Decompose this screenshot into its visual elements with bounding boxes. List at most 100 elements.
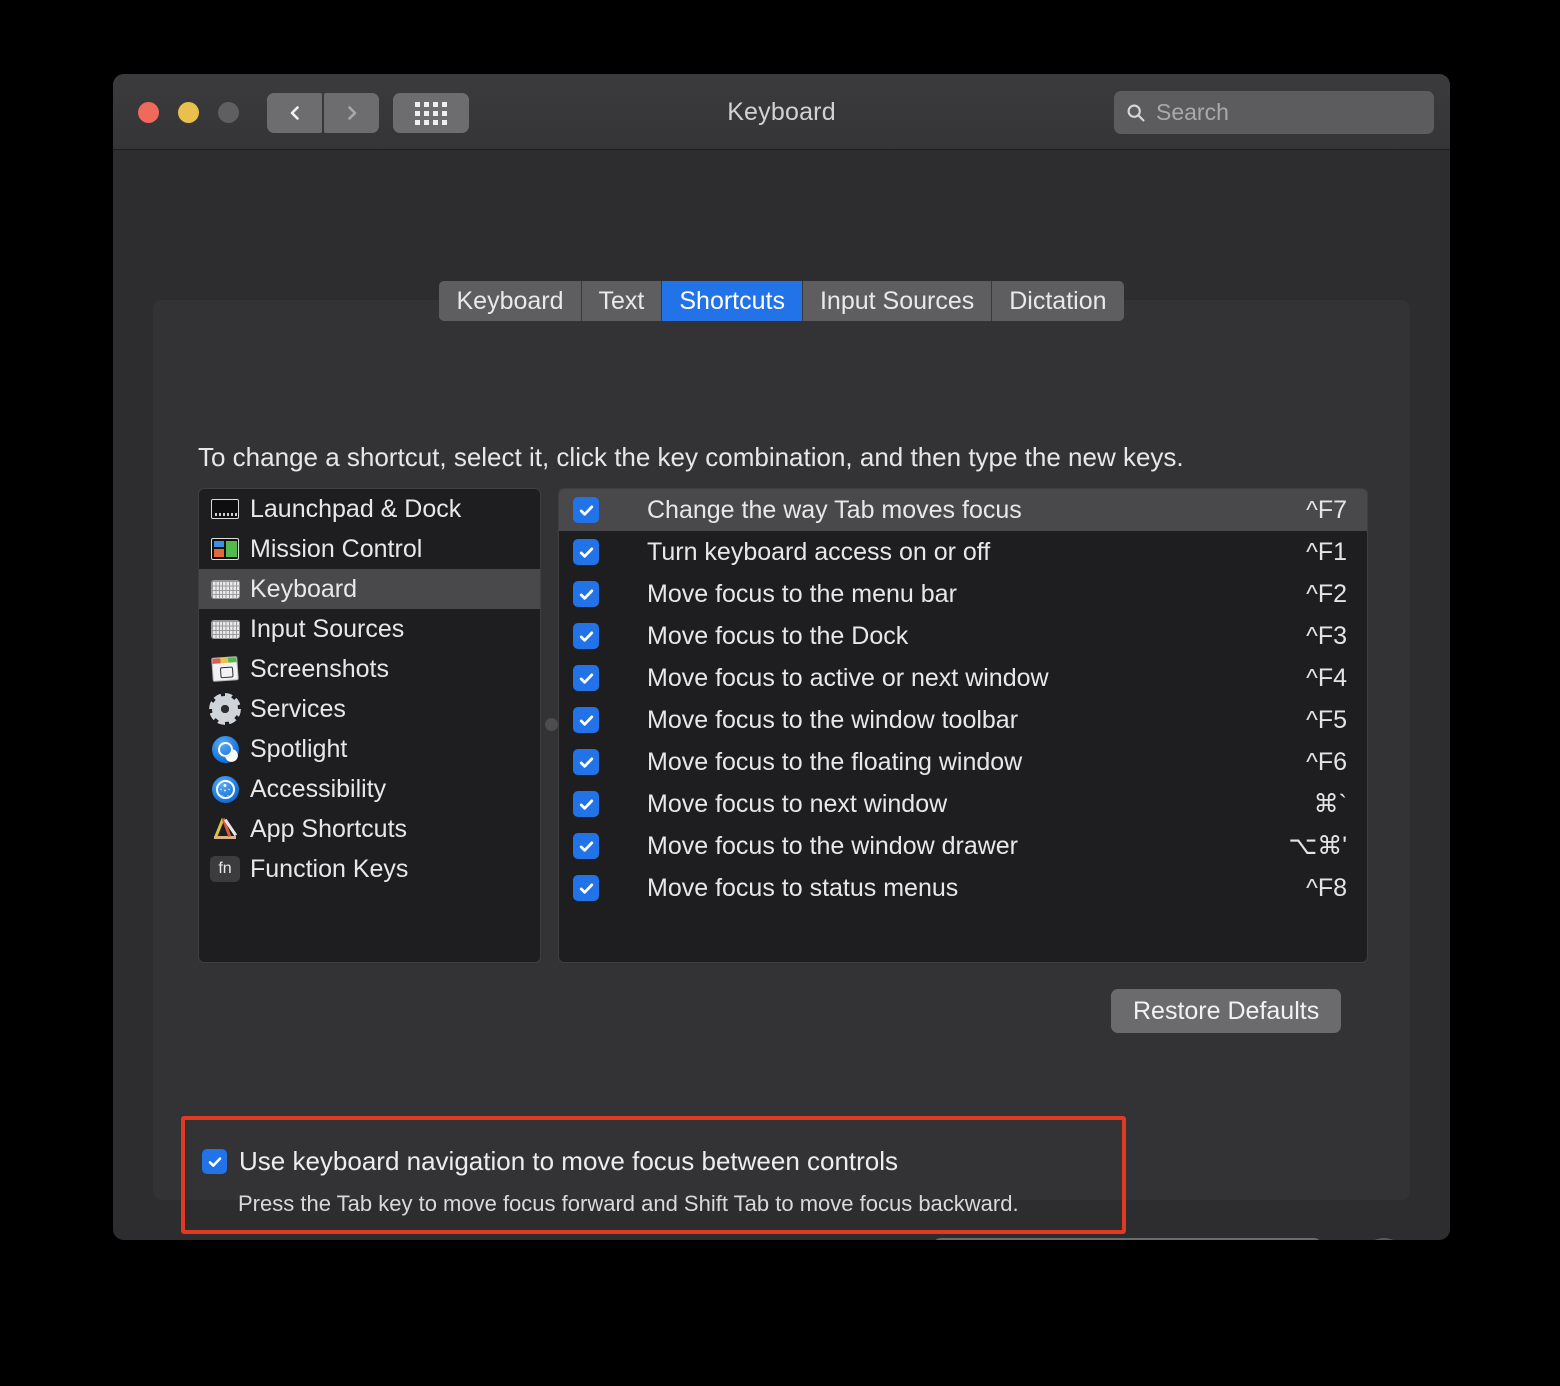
window-body: To change a shortcut, select it, click t… [113, 150, 1450, 1240]
sidebar-item-keyboard[interactable]: Keyboard [199, 569, 540, 609]
shortcut-category-list[interactable]: Launchpad & Dock Mission Control Keyboard I… [198, 488, 541, 963]
tab-dictation[interactable]: Dictation [992, 281, 1123, 321]
keyboard-navigation-description: Press the Tab key to move focus forward … [238, 1191, 1122, 1217]
sidebar-item-launchpad-dock[interactable]: Launchpad & Dock [199, 489, 540, 529]
shortcut-checkbox[interactable] [573, 497, 599, 523]
shortcut-checkbox[interactable] [573, 833, 599, 859]
tab-input-sources[interactable]: Input Sources [803, 281, 992, 321]
screenshots-icon [210, 655, 240, 683]
sidebar-item-mission-control[interactable]: Mission Control [199, 529, 540, 569]
function-keys-fn-icon: fn [210, 855, 240, 883]
checkmark-icon [578, 502, 595, 519]
input-sources-icon [210, 615, 240, 643]
keyboard-navigation-row[interactable]: Use keyboard navigation to move focus be… [185, 1120, 1122, 1177]
sidebar-item-label: Mission Control [250, 535, 422, 564]
shortcut-list[interactable]: Change the way Tab moves focus^F7Turn ke… [558, 488, 1368, 963]
restore-defaults-button[interactable]: Restore Defaults [1111, 989, 1341, 1033]
sidebar-item-label: App Shortcuts [250, 815, 407, 844]
shortcut-row[interactable]: Move focus to the menu bar^F2 [559, 573, 1367, 615]
tab-panel: To change a shortcut, select it, click t… [153, 300, 1410, 1200]
keyboard-navigation-checkbox[interactable] [202, 1149, 227, 1174]
shortcut-key-combination[interactable]: ^F4 [1306, 664, 1355, 693]
shortcut-checkbox[interactable] [573, 665, 599, 691]
sidebar-item-spotlight[interactable]: Spotlight [199, 729, 540, 769]
tab-text[interactable]: Text [582, 281, 663, 321]
sidebar-item-label: Spotlight [250, 735, 347, 764]
splitter-handle-dot[interactable] [545, 718, 558, 731]
window-titlebar: Keyboard [113, 74, 1450, 150]
sidebar-item-label: Keyboard [250, 575, 357, 604]
shortcut-checkbox[interactable] [573, 539, 599, 565]
checkmark-icon [207, 1154, 223, 1170]
sidebar-item-label: Screenshots [250, 655, 389, 684]
services-gear-icon [210, 695, 240, 723]
app-shortcuts-icon [210, 815, 240, 843]
checkmark-icon [578, 628, 595, 645]
shortcut-checkbox[interactable] [573, 707, 599, 733]
instruction-text: To change a shortcut, select it, click t… [198, 442, 1184, 473]
keyboard-navigation-highlight-box: Use keyboard navigation to move focus be… [181, 1116, 1126, 1234]
sidebar-item-function-keys[interactable]: fnFunction Keys [199, 849, 540, 889]
keyboard-icon [210, 575, 240, 603]
help-button[interactable]: ? [1361, 1238, 1407, 1240]
shortcut-row[interactable]: Move focus to the window toolbar^F5 [559, 699, 1367, 741]
sidebar-item-screenshots[interactable]: Screenshots [199, 649, 540, 689]
shortcut-label: Move focus to the Dock [647, 622, 1306, 651]
shortcut-key-combination[interactable]: ^F6 [1306, 748, 1355, 777]
shortcut-row[interactable]: Turn keyboard access on or off^F1 [559, 531, 1367, 573]
spotlight-icon [210, 735, 240, 763]
sidebar-item-label: Launchpad & Dock [250, 495, 461, 524]
checkmark-icon [578, 880, 595, 897]
checkmark-icon [578, 544, 595, 561]
shortcut-row[interactable]: Move focus to the floating window^F6 [559, 741, 1367, 783]
shortcut-checkbox[interactable] [573, 791, 599, 817]
launchpad-dock-icon [210, 495, 240, 523]
tab-shortcuts[interactable]: Shortcuts [662, 281, 803, 321]
shortcut-panes: Launchpad & Dock Mission Control Keyboard I… [198, 488, 1368, 963]
sidebar-item-label: Accessibility [250, 775, 386, 804]
shortcut-row[interactable]: Change the way Tab moves focus^F7 [559, 489, 1367, 531]
shortcut-row[interactable]: Move focus to the Dock^F3 [559, 615, 1367, 657]
shortcut-checkbox[interactable] [573, 875, 599, 901]
shortcut-checkbox[interactable] [573, 623, 599, 649]
shortcut-checkbox[interactable] [573, 581, 599, 607]
checkmark-icon [578, 670, 595, 687]
tab-keyboard[interactable]: Keyboard [439, 281, 581, 321]
tab-bar: KeyboardTextShortcutsInput SourcesDictat… [113, 281, 1450, 321]
shortcut-label: Move focus to the floating window [647, 748, 1306, 777]
shortcut-key-combination[interactable]: ^F1 [1306, 538, 1355, 567]
shortcut-key-combination[interactable]: ^F5 [1306, 706, 1355, 735]
checkmark-icon [578, 586, 595, 603]
pane-splitter[interactable] [542, 488, 556, 963]
sidebar-item-accessibility[interactable]: Accessibility [199, 769, 540, 809]
shortcut-row[interactable]: Move focus to status menus^F8 [559, 867, 1367, 909]
shortcut-label: Change the way Tab moves focus [647, 496, 1306, 525]
shortcut-key-combination[interactable]: ^F8 [1306, 874, 1355, 903]
sidebar-item-services[interactable]: Services [199, 689, 540, 729]
shortcut-checkbox[interactable] [573, 749, 599, 775]
search-field[interactable] [1114, 91, 1434, 134]
checkmark-icon [578, 838, 595, 855]
shortcut-key-combination[interactable]: ^F3 [1306, 622, 1355, 651]
sidebar-item-input-sources[interactable]: Input Sources [199, 609, 540, 649]
set-up-bluetooth-keyboard-button[interactable]: Set Up Bluetooth Keyboard… [933, 1238, 1322, 1240]
shortcut-key-combination[interactable]: ⌥⌘' [1288, 831, 1355, 861]
shortcut-row[interactable]: Move focus to the window drawer⌥⌘' [559, 825, 1367, 867]
shortcut-row[interactable]: Move focus to next window⌘` [559, 783, 1367, 825]
sidebar-item-app-shortcuts[interactable]: App Shortcuts [199, 809, 540, 849]
sidebar-item-label: Input Sources [250, 615, 404, 644]
shortcut-key-combination[interactable]: ^F2 [1306, 580, 1355, 609]
search-input[interactable] [1156, 99, 1422, 126]
shortcut-key-combination[interactable]: ^F7 [1306, 496, 1355, 525]
accessibility-icon [210, 775, 240, 803]
shortcut-key-combination[interactable]: ⌘` [1314, 789, 1355, 819]
shortcut-label: Move focus to the window drawer [647, 832, 1288, 861]
shortcut-label: Move focus to the window toolbar [647, 706, 1306, 735]
search-icon [1126, 103, 1146, 123]
shortcut-label: Move focus to active or next window [647, 664, 1306, 693]
mission-control-icon [210, 535, 240, 563]
shortcut-label: Move focus to the menu bar [647, 580, 1306, 609]
sidebar-item-label: Services [250, 695, 346, 724]
shortcut-row[interactable]: Move focus to active or next window^F4 [559, 657, 1367, 699]
checkmark-icon [578, 796, 595, 813]
